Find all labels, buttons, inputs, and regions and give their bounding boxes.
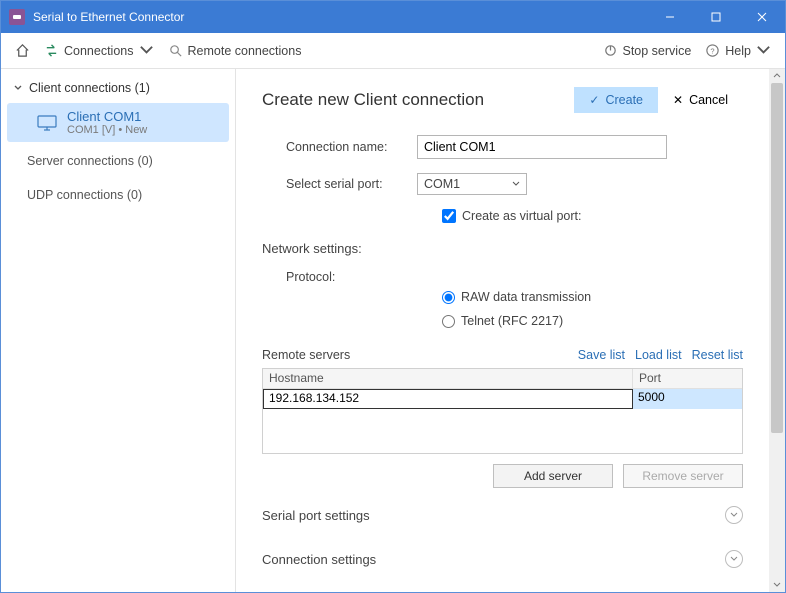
content: Create new Client connection ✓ Create ✕ … xyxy=(236,69,769,592)
load-list-link[interactable]: Load list xyxy=(635,348,682,362)
label-virtual-port: Create as virtual port: xyxy=(462,209,582,223)
serial-port-settings-label: Serial port settings xyxy=(262,508,370,523)
search-icon xyxy=(168,43,183,58)
save-list-link[interactable]: Save list xyxy=(578,348,625,362)
vertical-scrollbar[interactable] xyxy=(769,69,785,592)
power-icon xyxy=(603,43,618,58)
close-button[interactable] xyxy=(739,1,785,33)
row-protocol: Protocol: xyxy=(262,270,743,284)
check-icon: ✓ xyxy=(589,93,599,107)
label-connection-name: Connection name: xyxy=(262,140,417,154)
hostname-cell[interactable]: 192.168.134.152 xyxy=(263,389,633,409)
chevron-down-icon xyxy=(13,83,23,93)
page-header: Create new Client connection ✓ Create ✕ … xyxy=(262,87,743,113)
section-connection-settings[interactable]: Connection settings xyxy=(262,532,743,568)
remote-servers-title: Remote servers xyxy=(262,348,568,362)
sidebar-item-sub: COM1 [V] • New xyxy=(67,124,147,136)
help-icon: ? xyxy=(705,43,720,58)
connections-label: Connections xyxy=(64,44,134,58)
col-port[interactable]: Port xyxy=(633,369,742,388)
remote-connections-button[interactable]: Remote connections xyxy=(164,41,306,60)
chevron-down-icon xyxy=(756,43,771,58)
remote-servers-header: Remote servers Save list Load list Reset… xyxy=(262,348,743,362)
app-icon xyxy=(9,9,25,25)
row-serial-port: Select serial port: COM1 xyxy=(262,173,743,195)
remove-server-button[interactable]: Remove server xyxy=(623,464,743,488)
connection-name-input[interactable] xyxy=(417,135,667,159)
label-raw: RAW data transmission xyxy=(461,290,591,304)
table-row[interactable]: 192.168.134.152 5000 xyxy=(263,389,742,409)
monitor-icon xyxy=(37,115,57,131)
remote-servers-actions: Add server Remove server xyxy=(262,464,743,488)
sidebar-group-server[interactable]: Server connections (0) xyxy=(1,144,235,178)
serial-port-value: COM1 xyxy=(424,177,460,191)
port-cell[interactable]: 5000 xyxy=(633,389,742,409)
table-header: Hostname Port xyxy=(263,369,742,389)
label-serial-port: Select serial port: xyxy=(262,177,417,191)
body: Client connections (1) Client COM1 COM1 … xyxy=(1,69,785,592)
help-menu[interactable]: ? Help xyxy=(701,41,775,60)
radio-raw-row: RAW data transmission xyxy=(442,290,743,304)
connection-settings-label: Connection settings xyxy=(262,552,376,567)
create-button[interactable]: ✓ Create xyxy=(574,87,658,113)
app-title: Serial to Ethernet Connector xyxy=(33,10,647,24)
chevron-down-icon xyxy=(725,550,743,568)
swap-icon xyxy=(44,43,59,58)
remote-connections-label: Remote connections xyxy=(188,44,302,58)
chevron-down-icon xyxy=(725,506,743,524)
sidebar-group-udp[interactable]: UDP connections (0) xyxy=(1,178,235,212)
scrollbar-thumb[interactable] xyxy=(771,83,783,433)
chevron-down-icon xyxy=(512,180,520,188)
scroll-down-icon[interactable] xyxy=(769,578,785,592)
help-label: Help xyxy=(725,44,751,58)
col-hostname[interactable]: Hostname xyxy=(263,369,633,388)
radio-telnet[interactable] xyxy=(442,315,455,328)
home-icon xyxy=(15,43,30,58)
connections-menu[interactable]: Connections xyxy=(40,41,158,60)
section-network-settings: Network settings: xyxy=(262,241,743,256)
minimize-button[interactable] xyxy=(647,1,693,33)
protocol-options: RAW data transmission Telnet (RFC 2217) xyxy=(442,290,743,328)
sidebar: Client connections (1) Client COM1 COM1 … xyxy=(1,69,236,592)
remote-servers-table: Hostname Port 192.168.134.152 5000 xyxy=(262,368,743,454)
window-buttons xyxy=(647,1,785,33)
virtual-port-checkbox[interactable] xyxy=(442,209,456,223)
toolbar: Connections Remote connections Stop serv… xyxy=(1,33,785,69)
create-button-label: Create xyxy=(605,93,643,107)
close-icon: ✕ xyxy=(673,93,683,107)
chevron-down-icon xyxy=(139,43,154,58)
radio-raw[interactable] xyxy=(442,291,455,304)
page-title: Create new Client connection xyxy=(262,90,574,110)
sidebar-item-name: Client COM1 xyxy=(67,109,147,124)
label-telnet: Telnet (RFC 2217) xyxy=(461,314,563,328)
svg-text:?: ? xyxy=(711,46,715,55)
sidebar-item-text: Client COM1 COM1 [V] • New xyxy=(67,109,147,136)
row-connection-name: Connection name: xyxy=(262,135,743,159)
cancel-button-label: Cancel xyxy=(689,93,728,107)
sidebar-item-client-com1[interactable]: Client COM1 COM1 [V] • New xyxy=(7,103,229,142)
stop-service-button[interactable]: Stop service xyxy=(599,41,696,60)
maximize-button[interactable] xyxy=(693,1,739,33)
home-button[interactable] xyxy=(11,41,34,60)
row-virtual-port: Create as virtual port: xyxy=(442,209,743,223)
add-server-button[interactable]: Add server xyxy=(493,464,613,488)
label-protocol: Protocol: xyxy=(262,270,417,284)
app-window: Serial to Ethernet Connector Connections… xyxy=(0,0,786,593)
main-panel: Create new Client connection ✓ Create ✕ … xyxy=(236,69,785,592)
scroll-up-icon[interactable] xyxy=(769,69,785,83)
titlebar: Serial to Ethernet Connector xyxy=(1,1,785,33)
reset-list-link[interactable]: Reset list xyxy=(692,348,743,362)
cancel-button[interactable]: ✕ Cancel xyxy=(658,87,743,113)
sidebar-group-client-label: Client connections (1) xyxy=(29,81,150,95)
sidebar-group-client[interactable]: Client connections (1) xyxy=(1,75,235,101)
section-serial-port-settings[interactable]: Serial port settings xyxy=(262,488,743,532)
radio-telnet-row: Telnet (RFC 2217) xyxy=(442,314,743,328)
serial-port-select[interactable]: COM1 xyxy=(417,173,527,195)
stop-service-label: Stop service xyxy=(623,44,692,58)
